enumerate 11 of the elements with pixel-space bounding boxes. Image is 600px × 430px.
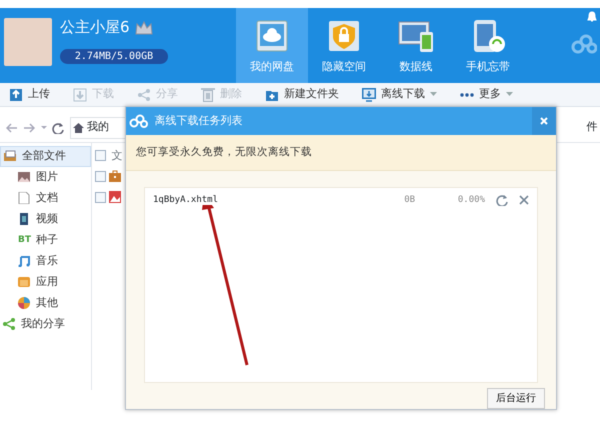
dialog-title: 离线下载任务列表 — [154, 112, 242, 129]
column-header: 文 — [111, 148, 122, 164]
task-size: 0B — [404, 194, 416, 208]
task-percentage: 0.00% — [458, 194, 486, 208]
search-field-text: 件 — [586, 119, 598, 136]
bt-icon: BT — [18, 236, 31, 245]
storage-usage: 2.74MB/5.00GB — [60, 48, 168, 64]
notice-text: 您可享受永久免费，无限次离线下载 — [136, 144, 312, 160]
user-name: 公主小屋6 — [60, 17, 130, 38]
path-text: 我的 — [87, 119, 109, 136]
task-name: 1qBbyA.xhtml — [153, 194, 220, 208]
